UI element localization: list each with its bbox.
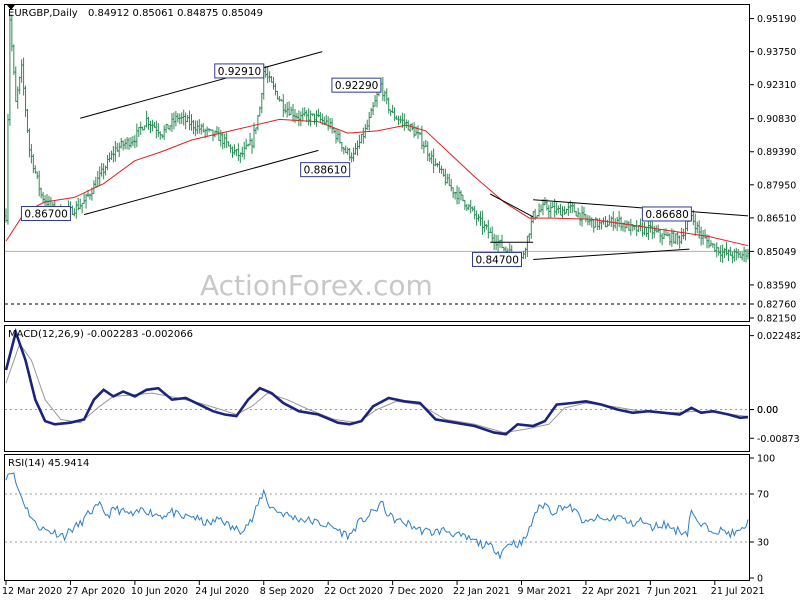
rsi-panel-title: RSI(14) 45.9414: [8, 458, 89, 469]
price-annotation-label: 0.92290: [335, 80, 378, 92]
price-y-tick-label: 0.82760: [757, 299, 796, 310]
price-y-tick-label: 0.93750: [757, 47, 796, 58]
price-annotation-label: 0.84700: [475, 254, 518, 266]
rsi-y-tick-label: 70: [757, 490, 769, 501]
price-annotation-label: 0.86680: [645, 209, 688, 221]
macd-y-tick-label: -0.008736: [757, 434, 800, 445]
rsi-y-tick-label: 100: [757, 454, 775, 465]
price-y-tick-label: 0.95190: [757, 14, 796, 25]
x-tick-label: 12 Mar 2020: [2, 586, 62, 597]
price-y-tick-label: 0.83590: [757, 280, 796, 291]
x-tick-label: 10 Jun 2020: [131, 586, 188, 597]
macd-y-tick-label: 0.00: [757, 405, 778, 416]
x-tick-label: 7 Dec 2020: [389, 586, 444, 597]
trendline: [490, 193, 534, 218]
x-tick-label: 21 Jul 2021: [711, 586, 765, 597]
x-tick-label: 22 Apr 2021: [582, 586, 641, 597]
chart-canvas: ActionForex.com 0.92910 0.92290 0.88610 0.8…: [2, 4, 800, 597]
trendline: [533, 248, 690, 260]
price-y-tick-label: 0.89390: [757, 147, 796, 158]
price-y-tick-label: 0.86510: [757, 213, 796, 224]
x-tick-label: 8 Sep 2020: [260, 586, 314, 597]
price-y-tick-label: 0.87950: [757, 180, 796, 191]
price-y-tick-label: 0.92310: [757, 80, 796, 91]
rsi-line: [5, 472, 749, 560]
rsi-panel-frame: [4, 454, 750, 581]
trendline: [83, 149, 319, 216]
trendline: [80, 51, 323, 119]
x-tick-label: 7 Jun 2021: [646, 586, 697, 597]
price-y-tick-label: 0.90830: [757, 114, 796, 125]
x-tick-label: 27 Apr 2020: [66, 586, 125, 597]
rsi-y-tick-label: 0: [757, 574, 763, 585]
x-tick-label: 22 Oct 2020: [324, 586, 383, 597]
macd-line: [4, 327, 749, 436]
price-panel-title: EURGBP,Daily: [8, 8, 78, 19]
macd-panel-frame: [4, 325, 750, 452]
rsi-y-tick-label: 30: [757, 538, 769, 549]
macd-signal-line: [5, 342, 749, 434]
price-y-tick-label: 0.85049: [757, 247, 796, 258]
price-y-tick-label: 0.82150: [757, 314, 796, 325]
macd-y-tick-label: 0.022482: [757, 331, 800, 342]
watermark: ActionForex.com: [200, 269, 433, 302]
x-tick-label: 22 Jan 2021: [453, 586, 510, 597]
price-annotation-label: 0.88610: [304, 165, 347, 177]
price-annotation-label: 0.92910: [218, 66, 261, 78]
macd-panel-title: MACD(12,26,9) -0.002283 -0.002066: [8, 329, 193, 340]
x-tick-label: 24 Jul 2020: [195, 586, 249, 597]
ohlc-readout: 0.84912 0.85061 0.84875 0.85049: [88, 8, 263, 19]
x-tick-label: 9 Mar 2021: [517, 586, 571, 597]
price-annotation-label: 0.86700: [24, 209, 67, 221]
